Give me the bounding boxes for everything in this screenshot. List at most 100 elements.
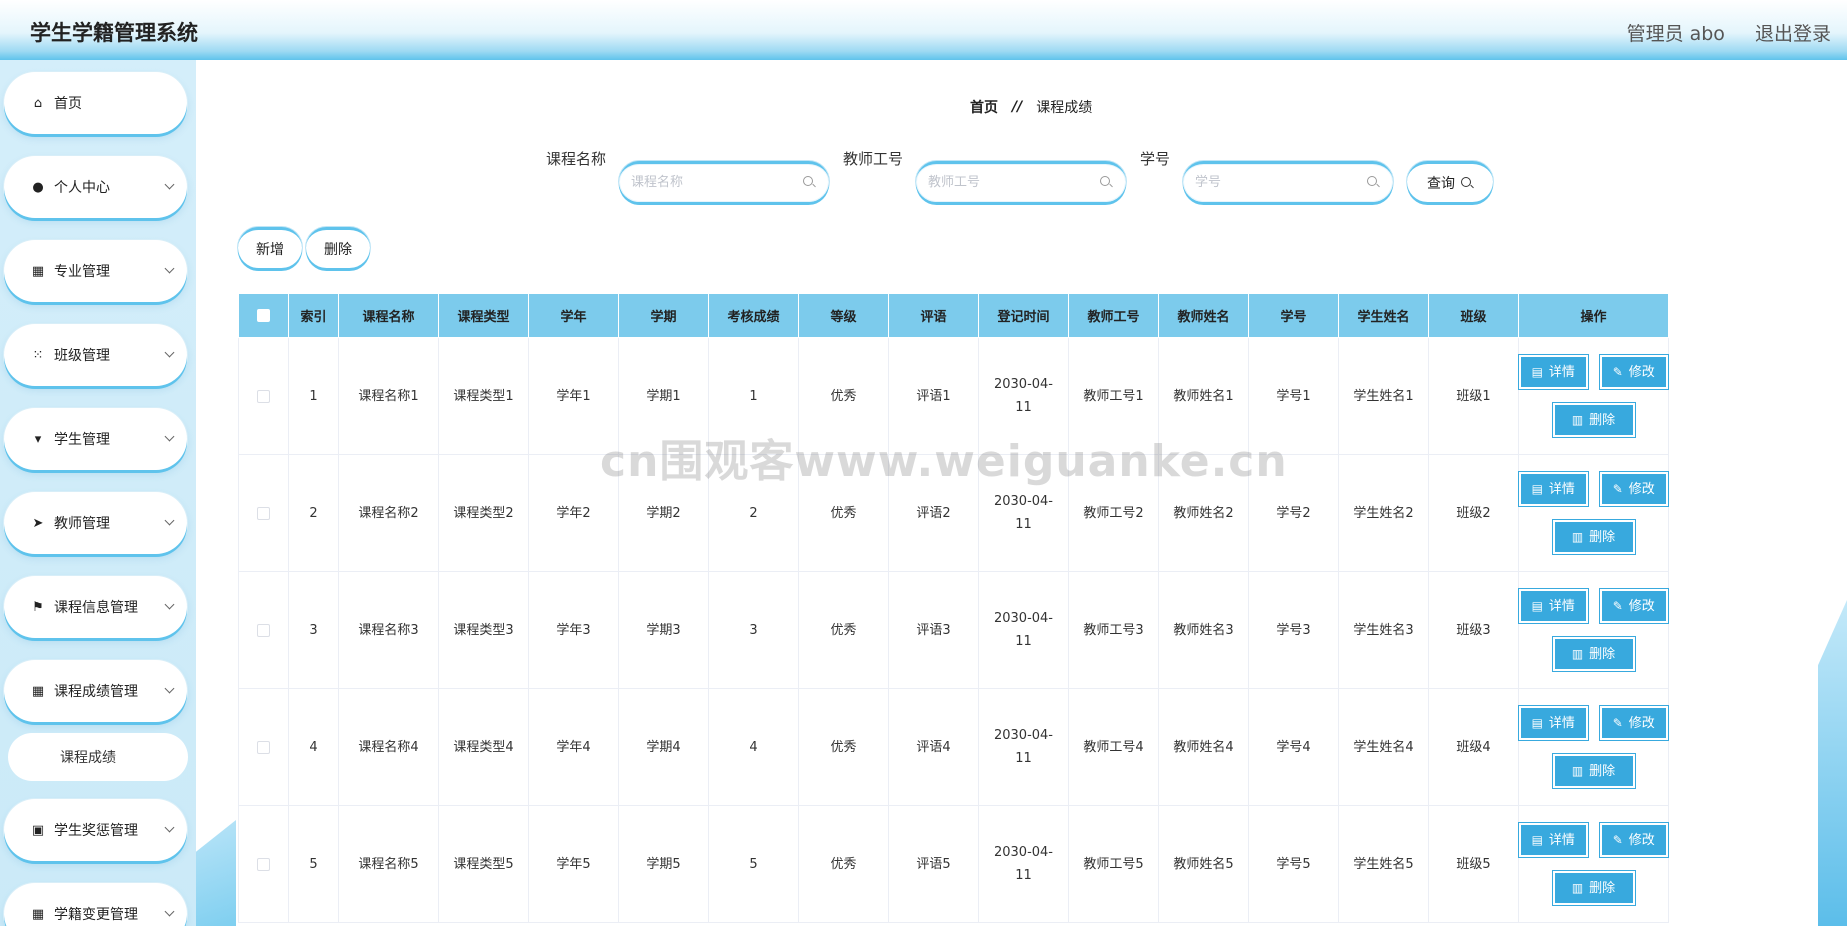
pencil-icon: ✎ (1612, 715, 1623, 730)
detail-button[interactable]: ▤ 详情 (1519, 823, 1588, 857)
row-select-cell (238, 688, 289, 806)
cell-student-id: 学号1 (1248, 337, 1339, 455)
cell-teacher-name: 教师姓名3 (1158, 571, 1249, 689)
delete-button[interactable]: ▥ 删除 (1552, 637, 1635, 671)
admin-user-label: 管理员 abo (1626, 23, 1725, 45)
course-name-input[interactable] (631, 171, 801, 193)
delete-button[interactable]: ▥ 删除 (1552, 403, 1635, 437)
sidebar-item-personal-center[interactable]: ● 个人中心 (4, 156, 187, 218)
cell-student-id: 学号2 (1248, 454, 1339, 572)
cell-comment: 评语1 (888, 337, 979, 455)
edit-button[interactable]: ✎ 修改 (1599, 355, 1668, 389)
chevron-down-icon (164, 431, 175, 442)
query-button-label: 查询 (1427, 176, 1455, 192)
cell-student-id: 学号3 (1248, 571, 1339, 689)
query-button[interactable]: 查询 (1407, 161, 1493, 202)
sidebar-item-course-info[interactable]: ⚑ 课程信息管理 (4, 576, 187, 638)
sidebar-item-course-score[interactable]: ▦ 课程成绩管理 (4, 660, 187, 722)
document-icon: ▤ (1531, 481, 1543, 496)
cell-term: 学期1 (618, 337, 709, 455)
student-id-input[interactable] (1195, 171, 1365, 193)
pencil-icon: ✎ (1612, 832, 1623, 847)
cell-class: 班级4 (1428, 688, 1519, 806)
main-content: 首页 // 课程成绩 课程名称 教师工号 学号 查询 新增 删除 (196, 60, 1847, 926)
chevron-down-icon (164, 515, 175, 526)
delete-button[interactable]: ▥ 删除 (1552, 520, 1635, 554)
table-row: 4 课程名称4 课程类型4 学年4 学期4 4 优秀 评语4 2030-04- 1… (238, 688, 1669, 806)
cell-operations: ▤ 详情 ✎ 修改 ▥ 删除 (1518, 688, 1669, 806)
cell-course-type: 课程类型4 (438, 688, 529, 806)
sidebar: ⌂ 首页 ● 个人中心 ▦ 专业管理 ⁙ 班级管理 ▾ 学生管理 ➤ 教师管理 … (0, 60, 196, 926)
student-id-field[interactable] (1183, 161, 1393, 202)
table-row: 2 课程名称2 课程类型2 学年2 学期2 2 优秀 评语2 2030-04- 1… (238, 454, 1669, 572)
cell-index: 5 (288, 805, 339, 923)
cell-index: 1 (288, 337, 339, 455)
detail-button-label: 详情 (1548, 481, 1575, 497)
score-table-wrapper: 索引 课程名称 课程类型 学年 学期 考核成绩 等级 评语 登记时间 教师工号 … (238, 293, 1669, 923)
row-checkbox[interactable] (257, 740, 270, 754)
row-checkbox[interactable] (257, 389, 270, 403)
detail-button[interactable]: ▤ 详情 (1519, 706, 1588, 740)
select-all-checkbox[interactable] (257, 309, 270, 322)
delete-button[interactable]: ▥ 删除 (1552, 871, 1635, 905)
sidebar-item-label: 首页 (54, 96, 82, 112)
edit-button-label: 修改 (1628, 481, 1655, 497)
delete-button-label: 删除 (1589, 412, 1616, 428)
cell-year: 学年5 (528, 805, 619, 923)
edit-button[interactable]: ✎ 修改 (1599, 823, 1668, 857)
column-header: 学年 (528, 293, 619, 338)
course-name-field[interactable] (619, 161, 829, 202)
home-icon: ⌂ (33, 95, 43, 111)
cell-course-type: 课程类型2 (438, 454, 529, 572)
cell-course-type: 课程类型1 (438, 337, 529, 455)
teacher-id-input[interactable] (928, 171, 1098, 193)
app-title: 学生学籍管理系统 (30, 21, 198, 45)
row-checkbox[interactable] (257, 506, 270, 520)
teacher-id-field[interactable] (916, 161, 1126, 202)
column-header: 学生姓名 (1338, 293, 1429, 338)
sidebar-item-student[interactable]: ▾ 学生管理 (4, 408, 187, 470)
detail-button[interactable]: ▤ 详情 (1519, 589, 1588, 623)
grid-icon: ▦ (31, 263, 45, 279)
document-icon: ▤ (1531, 832, 1543, 847)
edit-button[interactable]: ✎ 修改 (1599, 472, 1668, 506)
cell-register-time: 2030-04- 11 (978, 805, 1069, 923)
cell-course-name: 课程名称4 (338, 688, 439, 806)
detail-button[interactable]: ▤ 详情 (1519, 355, 1588, 389)
table-row: 5 课程名称5 课程类型5 学年5 学期5 5 优秀 评语5 2030-04- 1… (238, 805, 1669, 923)
edit-button[interactable]: ✎ 修改 (1599, 706, 1668, 740)
edit-button[interactable]: ✎ 修改 (1599, 589, 1668, 623)
sidebar-item-major[interactable]: ▦ 专业管理 (4, 240, 187, 302)
sidebar-item-status-change[interactable]: ▦ 学籍变更管理 (4, 883, 187, 926)
bulk-delete-button-label: 删除 (324, 242, 352, 258)
sidebar-item-teacher[interactable]: ➤ 教师管理 (4, 492, 187, 554)
sign-icon: ▾ (34, 431, 42, 447)
add-button[interactable]: 新增 (238, 227, 302, 268)
cell-year: 学年3 (528, 571, 619, 689)
date-part: 2030-04- (993, 728, 1053, 743)
sidebar-item-class[interactable]: ⁙ 班级管理 (4, 324, 187, 386)
sidebar-item-label: 班级管理 (54, 348, 110, 364)
sidebar-subitem-course-score[interactable]: 课程成绩 (8, 733, 188, 781)
column-header: 课程类型 (438, 293, 529, 338)
sidebar-item-reward-punish[interactable]: ▣ 学生奖惩管理 (4, 799, 187, 861)
logout-link[interactable]: 退出登录 (1755, 23, 1831, 45)
cell-teacher-name: 教师姓名2 (1158, 454, 1249, 572)
delete-button[interactable]: ▥ 删除 (1552, 754, 1635, 788)
bulk-delete-button[interactable]: 删除 (306, 227, 370, 268)
row-select-cell (238, 571, 289, 689)
cell-student-id: 学号5 (1248, 805, 1339, 923)
cell-comment: 评语4 (888, 688, 979, 806)
select-all-cell (238, 293, 289, 338)
row-checkbox[interactable] (257, 623, 270, 637)
chevron-down-icon (164, 599, 175, 610)
pencil-icon: ✎ (1612, 481, 1623, 496)
chevron-down-icon (164, 347, 175, 358)
sidebar-item-label: 课程信息管理 (54, 600, 138, 616)
date-part: 2030-04- (993, 611, 1053, 626)
row-checkbox[interactable] (257, 857, 270, 871)
sidebar-item-home[interactable]: ⌂ 首页 (4, 72, 187, 134)
grid-icon: ▦ (31, 906, 45, 922)
breadcrumb-home[interactable]: 首页 (970, 97, 998, 117)
detail-button[interactable]: ▤ 详情 (1519, 472, 1588, 506)
